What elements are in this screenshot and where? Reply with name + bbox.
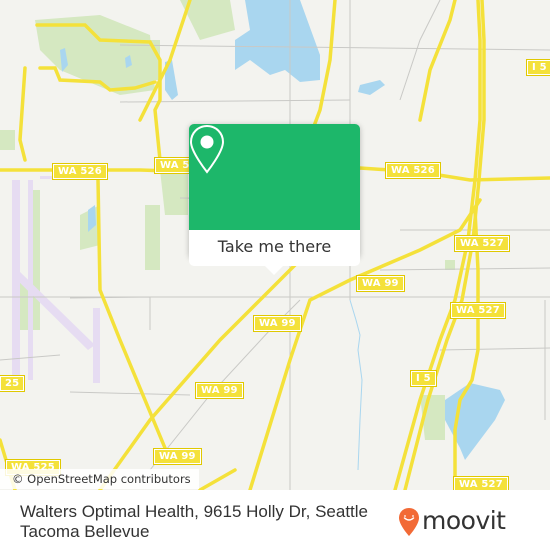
popup-header	[189, 124, 360, 230]
airport-runways	[12, 176, 100, 383]
route-shield: I 5	[526, 59, 550, 76]
place-title: Walters Optimal Health, 9615 Holly Dr, S…	[20, 502, 369, 541]
route-shield: WA 99	[356, 275, 405, 292]
road	[119, 99, 351, 103]
lake	[235, 0, 320, 82]
location-popup: Take me there	[189, 124, 360, 275]
park-area	[0, 130, 15, 150]
route-shield: WA 527	[453, 476, 509, 490]
route-shield: WA 527	[450, 302, 506, 319]
park-area	[160, 170, 188, 215]
route-shield: WA 99	[153, 448, 202, 465]
route-shield: 25	[0, 375, 26, 392]
road	[439, 347, 550, 351]
brand-name: moovit	[422, 506, 506, 535]
route-shield: WA 527	[454, 235, 510, 252]
wa-527-north	[418, 0, 457, 122]
map-attribution[interactable]: © OpenStreetMap contributors	[0, 469, 199, 489]
popup-pointer	[264, 265, 284, 275]
wa-99-south	[198, 468, 237, 490]
park-area	[445, 260, 455, 270]
airport-loop	[18, 66, 27, 162]
route-shield: WA 99	[253, 315, 302, 332]
route-shield: WA 526	[385, 162, 441, 179]
park-area	[145, 205, 160, 270]
road	[399, 0, 441, 101]
creek	[349, 299, 363, 471]
map-pin-icon	[189, 124, 225, 174]
route-shield: I 5	[410, 370, 437, 387]
pond	[358, 80, 385, 95]
route-shield: WA 526	[52, 163, 108, 180]
road	[379, 267, 550, 271]
runway	[28, 180, 33, 380]
map-view[interactable]: WA 526 WA 526 WA 526 WA 527 WA 99 WA 99 …	[0, 0, 550, 490]
route-shield: WA 99	[195, 382, 244, 399]
take-me-there-button[interactable]: Take me there	[189, 230, 360, 266]
moovit-pin-icon	[399, 508, 419, 536]
